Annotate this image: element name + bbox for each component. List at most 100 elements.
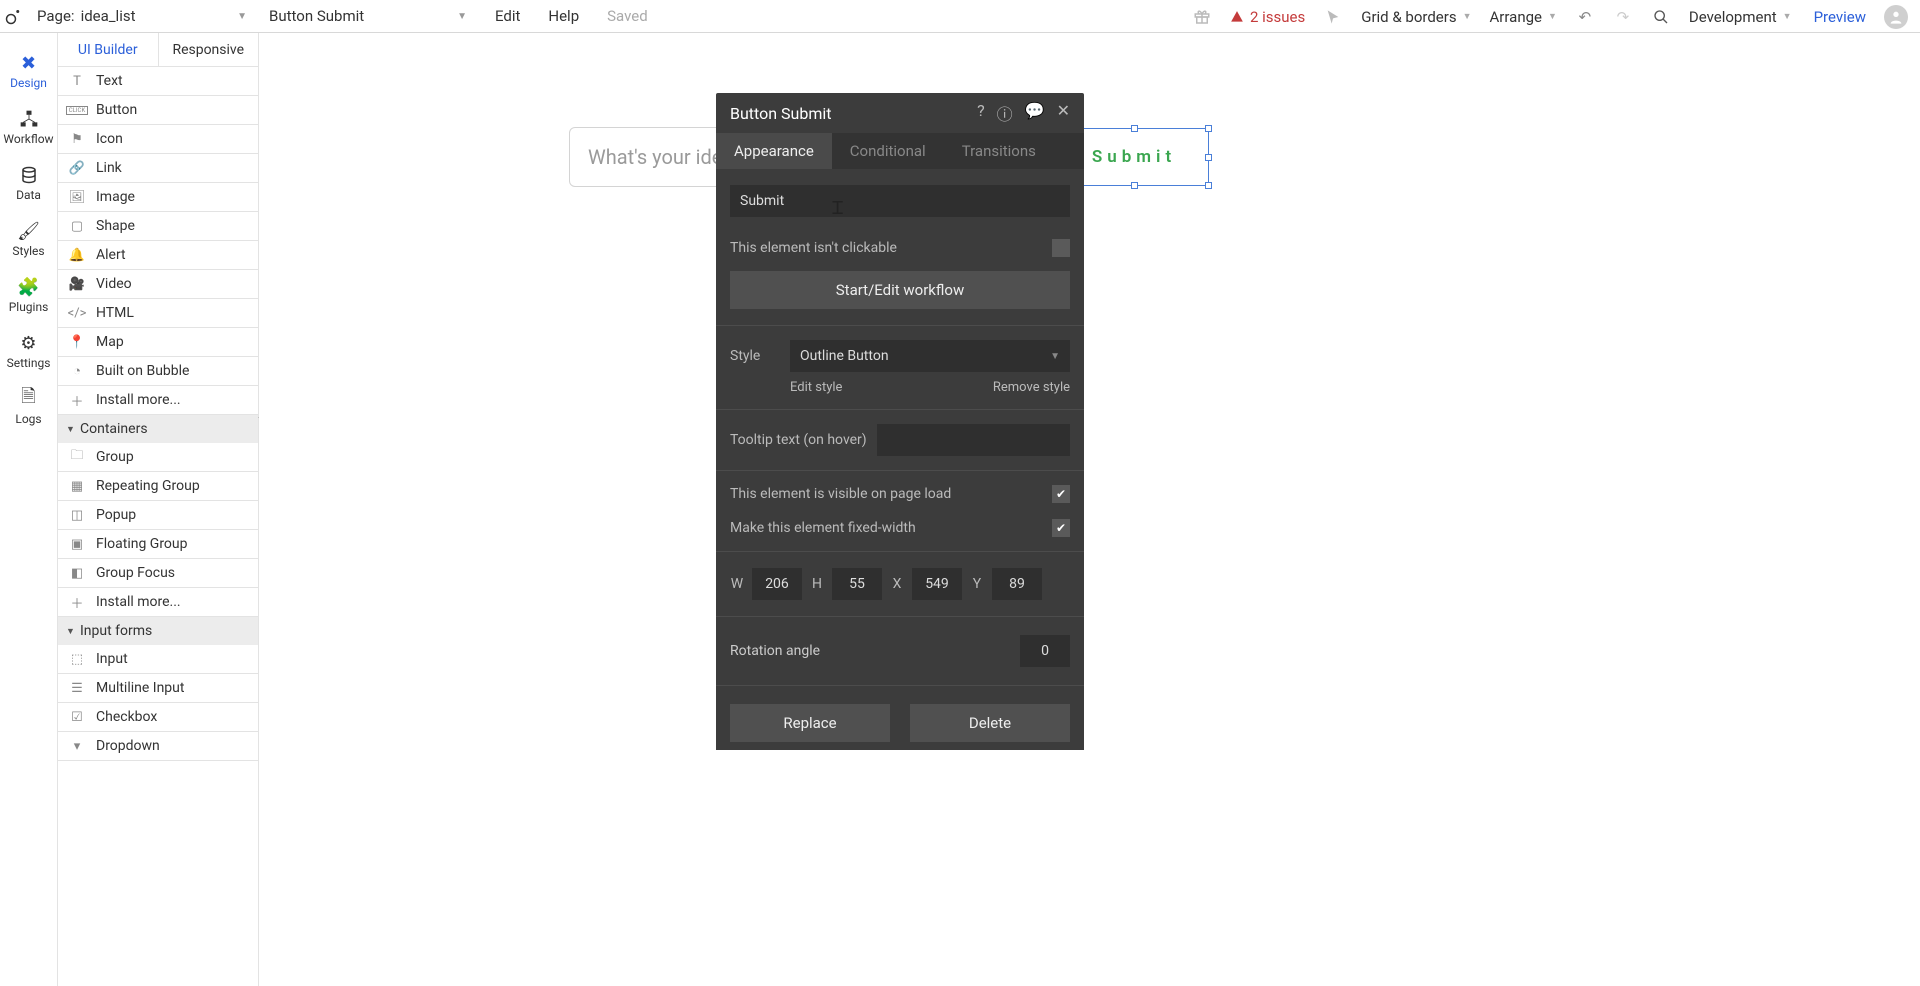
gift-icon[interactable] <box>1192 7 1212 27</box>
grid-borders-menu[interactable]: Grid & borders ▼ <box>1361 8 1471 26</box>
rotation-input[interactable]: 0 <box>1020 635 1070 667</box>
nav-plugins[interactable]: 🧩 Plugins <box>0 267 57 323</box>
palette-item-image[interactable]: 🖼Image <box>58 183 258 212</box>
design-icon: ✖ <box>18 52 40 74</box>
app-logo[interactable] <box>0 0 27 33</box>
y-input[interactable]: 89 <box>992 568 1042 600</box>
tooltip-input[interactable] <box>877 424 1070 456</box>
palette-item-icon[interactable]: ⚑Icon <box>58 125 258 154</box>
panel-header-icons: ? ⓘ 💬 ✕ <box>977 101 1070 125</box>
style-label: Style <box>730 348 776 364</box>
palette-item-text[interactable]: TText <box>58 67 258 96</box>
plus-icon: ＋ <box>68 392 86 408</box>
palette-item-label: Video <box>96 276 132 292</box>
palette-item-shape[interactable]: ▢Shape <box>58 212 258 241</box>
h-input[interactable]: 55 <box>832 568 882 600</box>
nav-design[interactable]: ✖ Design <box>0 43 57 99</box>
palette-item-dropdown[interactable]: ▾Dropdown <box>58 732 258 761</box>
chevron-down-icon: ▼ <box>237 11 247 22</box>
palette-item-repeating-group[interactable]: ▦Repeating Group <box>58 472 258 501</box>
property-panel[interactable]: Button Submit ? ⓘ 💬 ✕ Appearance Conditi… <box>716 93 1084 750</box>
style-value: Outline Button <box>800 348 889 364</box>
element-name-input[interactable] <box>730 185 1070 217</box>
tab-appearance[interactable]: Appearance <box>716 133 832 169</box>
palette-item-multiline[interactable]: ☰Multiline Input <box>58 674 258 703</box>
palette-item-label: Group Focus <box>96 565 175 581</box>
close-icon[interactable]: ✕ <box>1057 101 1070 125</box>
palette-item-floating-group[interactable]: ▣Floating Group <box>58 530 258 559</box>
x-input[interactable]: 549 <box>912 568 962 600</box>
arrange-menu[interactable]: Arrange ▼ <box>1490 8 1557 26</box>
float-icon: ▣ <box>68 536 86 552</box>
palette-item-built-on-bubble[interactable]: ◔Built on Bubble <box>58 357 258 386</box>
palette-item-alert[interactable]: 🔔Alert <box>58 241 258 270</box>
help-icon[interactable]: ? <box>977 101 985 125</box>
start-workflow-button[interactable]: Start/Edit workflow <box>730 271 1070 309</box>
section-title: Containers <box>80 421 148 437</box>
w-input[interactable]: 206 <box>752 568 802 600</box>
palette-item-popup[interactable]: ◫Popup <box>58 501 258 530</box>
tab-conditional[interactable]: Conditional <box>832 133 944 169</box>
palette-item-link[interactable]: 🔗Link <box>58 154 258 183</box>
resize-handle[interactable] <box>1205 154 1212 161</box>
not-clickable-label: This element isn't clickable <box>730 240 897 256</box>
tab-responsive[interactable]: Responsive <box>159 33 259 66</box>
style-links: Edit style Remove style <box>730 380 1070 403</box>
nav-logs[interactable]: 🗎 Logs <box>0 379 57 435</box>
style-select[interactable]: Outline Button ▼ <box>790 340 1070 372</box>
resize-handle[interactable] <box>1131 125 1138 132</box>
arrange-label: Arrange <box>1490 8 1542 26</box>
tab-transitions[interactable]: Transitions <box>944 133 1054 169</box>
nav-styles[interactable]: 🖌 Styles <box>0 211 57 267</box>
fixed-width-checkbox[interactable]: ✔ <box>1052 519 1070 537</box>
nav-workflow[interactable]: Workflow <box>0 99 57 155</box>
pointer-icon[interactable] <box>1323 7 1343 27</box>
panel-header[interactable]: Button Submit ? ⓘ 💬 ✕ <box>716 93 1084 133</box>
resize-handle[interactable] <box>1205 182 1212 189</box>
palette-item-install-more[interactable]: ＋Install more... <box>58 386 258 415</box>
replace-button[interactable]: Replace <box>730 704 890 742</box>
palette-item-group[interactable]: 🗀Group <box>58 443 258 472</box>
nav-data[interactable]: Data <box>0 155 57 211</box>
inputs-header[interactable]: ▼Input forms <box>58 617 258 645</box>
resize-handle[interactable] <box>1131 182 1138 189</box>
delete-button[interactable]: Delete <box>910 704 1070 742</box>
palette-item-group-focus[interactable]: ◧Group Focus <box>58 559 258 588</box>
divider <box>716 409 1084 410</box>
palette-item-html[interactable]: </>HTML <box>58 299 258 328</box>
resize-handle[interactable] <box>1205 125 1212 132</box>
video-icon: 🎥 <box>68 276 86 292</box>
user-avatar[interactable] <box>1884 5 1908 29</box>
menu-help[interactable]: Help <box>548 7 579 25</box>
palette-item-button[interactable]: CLICKButton <box>58 96 258 125</box>
nav-settings[interactable]: ⚙ Settings <box>0 323 57 379</box>
remove-style-link[interactable]: Remove style <box>993 380 1070 395</box>
deploy-mode-menu[interactable]: Development ▼ <box>1689 8 1792 26</box>
dropdown-icon: ▾ <box>68 738 86 754</box>
menu-edit[interactable]: Edit <box>495 7 520 25</box>
not-clickable-checkbox[interactable] <box>1052 239 1070 257</box>
redo-icon[interactable]: ↷ <box>1613 7 1633 27</box>
containers-header[interactable]: ▼Containers <box>58 415 258 443</box>
palette-item-install-more-containers[interactable]: ＋Install more... <box>58 588 258 617</box>
canvas[interactable]: What's your idea? Submit <box>259 33 1920 986</box>
visible-row: This element is visible on page load ✔ <box>730 477 1070 511</box>
palette-item-video[interactable]: 🎥 Video <box>58 270 258 299</box>
issues-button[interactable]: 2 issues <box>1230 8 1305 26</box>
palette-item-checkbox[interactable]: ☑Checkbox <box>58 703 258 732</box>
preview-button[interactable]: Preview <box>1814 8 1866 26</box>
visible-checkbox[interactable]: ✔ <box>1052 485 1070 503</box>
comment-icon[interactable]: 💬 <box>1025 101 1045 125</box>
element-select[interactable]: Button Submit ▼ <box>257 0 477 33</box>
edit-style-link[interactable]: Edit style <box>790 380 842 395</box>
page-select[interactable]: Page: idea_list ▼ <box>27 0 257 33</box>
palette-item-map[interactable]: 📍Map <box>58 328 258 357</box>
nav-label: Settings <box>7 356 51 370</box>
info-icon[interactable]: ⓘ <box>997 101 1013 125</box>
tab-ui-builder[interactable]: UI Builder <box>58 33 159 66</box>
palette-item-input[interactable]: ⬚Input <box>58 645 258 674</box>
code-icon: </> <box>68 305 86 321</box>
style-row: Style Outline Button ▼ <box>730 332 1070 380</box>
undo-icon[interactable]: ↶ <box>1575 7 1595 27</box>
search-icon[interactable] <box>1651 7 1671 27</box>
